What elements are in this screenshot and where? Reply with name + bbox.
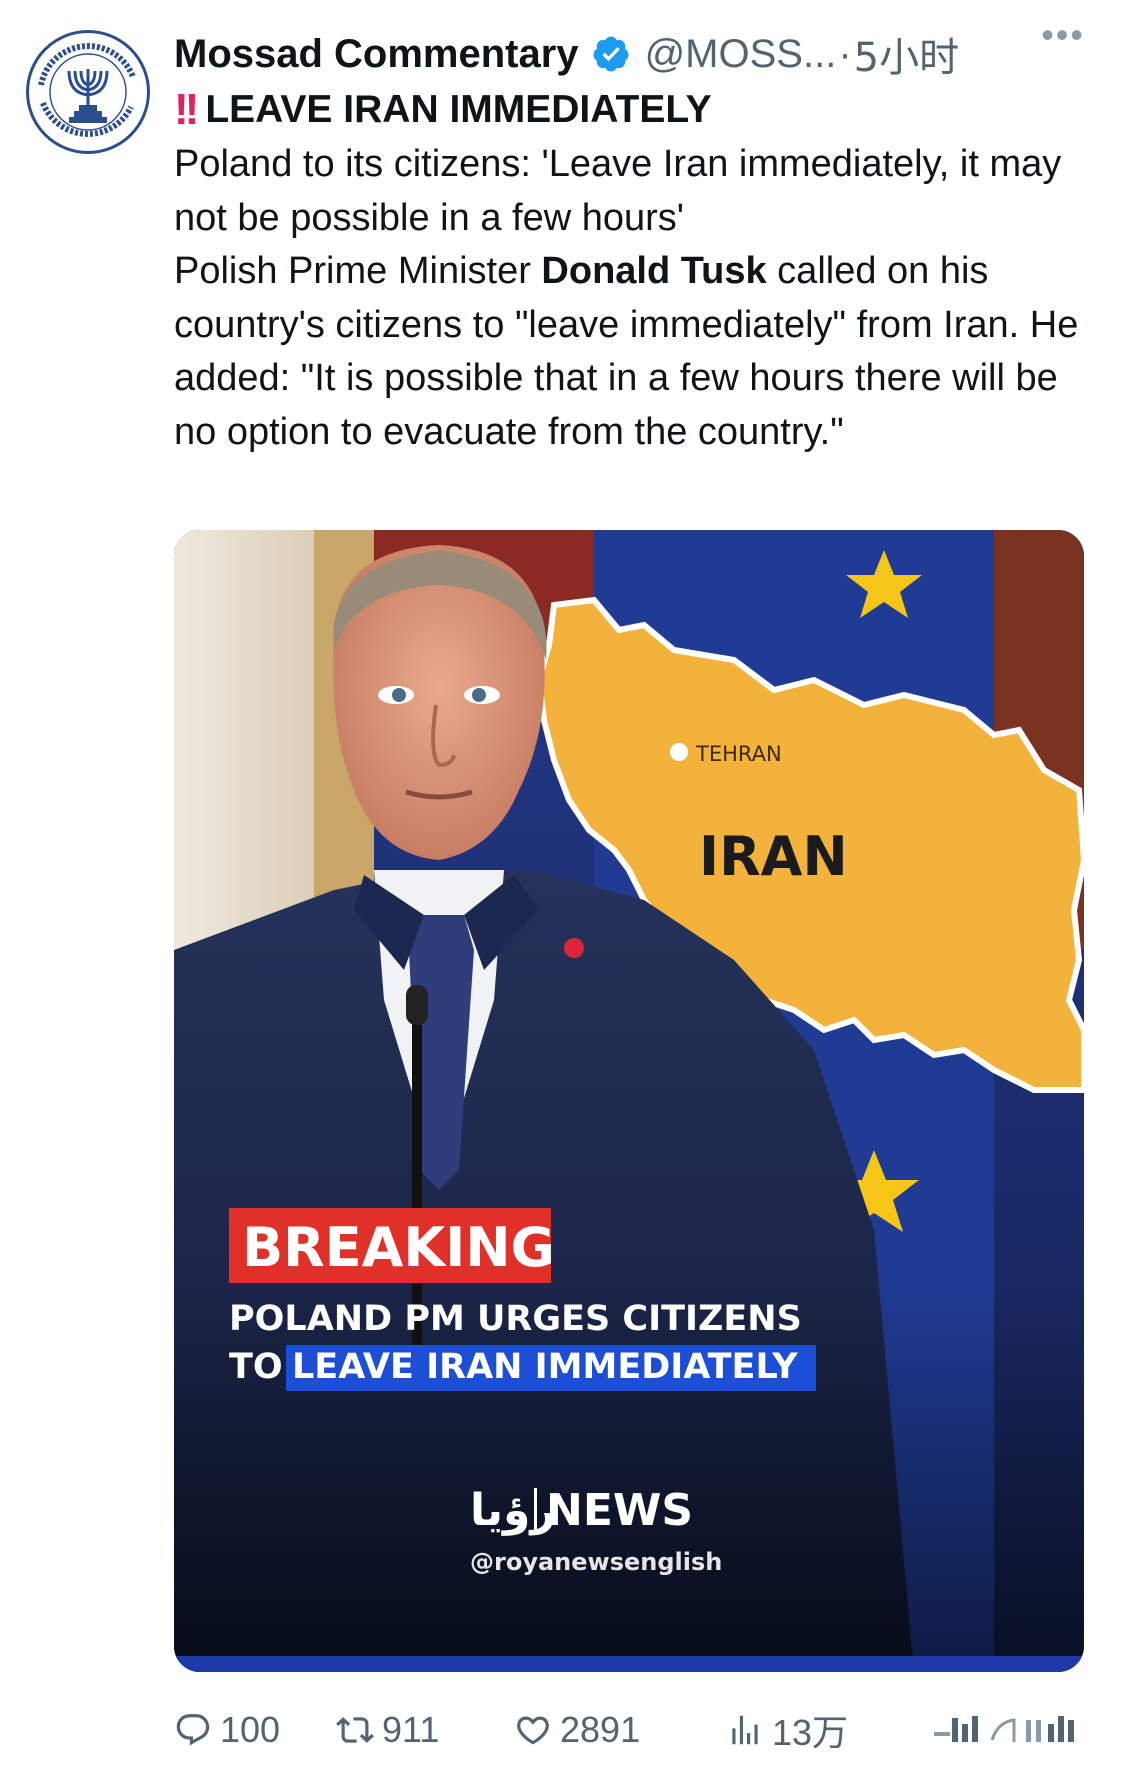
caption-line-2-prefix: TO [229,1347,283,1387]
reply-button[interactable]: 100 [174,1700,280,1760]
map-country-label: IRAN [699,825,848,888]
body-bold-name: Donald Tusk [541,250,767,292]
views-chart-icon [732,1715,758,1745]
reply-count: 100 [220,1709,281,1750]
heart-icon [517,1716,549,1745]
more-options-label: ••• [1041,14,1085,55]
bottom-strip [174,1656,1084,1672]
body-prefix: Polish Prime Minister [174,250,542,292]
post-time[interactable]: 5小时 [854,25,959,83]
repost-button[interactable]: 911 [336,1700,439,1760]
post-body: Poland to its citizens: 'Leave Iran imme… [174,138,1094,459]
map-city-label: TEHRAN [695,742,782,766]
brand-handle: @royanewsenglish [470,1548,722,1576]
like-button[interactable]: 2891 [514,1700,640,1760]
breaking-label: BREAKING [242,1216,555,1279]
caption-line-1: POLAND PM URGES CITIZENS [229,1299,802,1339]
verified-badge-icon [591,34,631,74]
news-graphic: TEHRAN IRAN BREAKING POLAND PM URGES CIT… [174,530,1084,1672]
tweet-card[interactable]: Mossad Commentary @MOSS... · 5小时 ••• !! … [0,0,1125,1784]
menorah-emblem-icon [32,36,144,148]
repost-icon [336,1717,374,1743]
post-headline: !! LEAVE IRAN IMMEDIATELY [174,82,712,138]
author-name[interactable]: Mossad Commentary [174,32,579,77]
like-count: 2891 [560,1709,641,1750]
caption-line-2-highlight: LEAVE IRAN IMMEDIATELY [292,1347,798,1387]
lapel-pin-icon [564,938,584,958]
brand-name: NEWS [546,1485,693,1536]
brand-divider [534,1488,537,1532]
post-media-image[interactable]: TEHRAN IRAN BREAKING POLAND PM URGES CIT… [174,530,1084,1672]
share-bookmark-icons [934,1716,1074,1742]
author-handle[interactable]: @MOSS... [645,32,837,77]
action-bar: 100 911 2891 13万 [174,1700,1094,1760]
body-paragraph-2: Polish Prime Minister Donald Tusk called… [174,245,1094,459]
double-exclamation-icon: !! [174,85,199,134]
share-button[interactable] [934,1700,1092,1760]
tweet-header: Mossad Commentary @MOSS... · 5小时 [174,26,1094,82]
separator-dot: · [838,31,852,76]
views-count: 13万 [772,1712,849,1753]
more-options-icon[interactable]: ••• [1041,14,1085,56]
repost-count: 911 [382,1709,440,1750]
body-line-1: Poland to its citizens: 'Leave Iran imme… [174,143,1062,239]
reply-icon [176,1714,210,1746]
headline-text: LEAVE IRAN IMMEDIATELY [205,88,712,131]
views-button[interactable]: 13万 [726,1700,848,1760]
tehran-marker-icon [670,743,688,761]
avatar[interactable] [26,30,150,154]
brand-mark-logo: رؤيا [470,1485,556,1536]
